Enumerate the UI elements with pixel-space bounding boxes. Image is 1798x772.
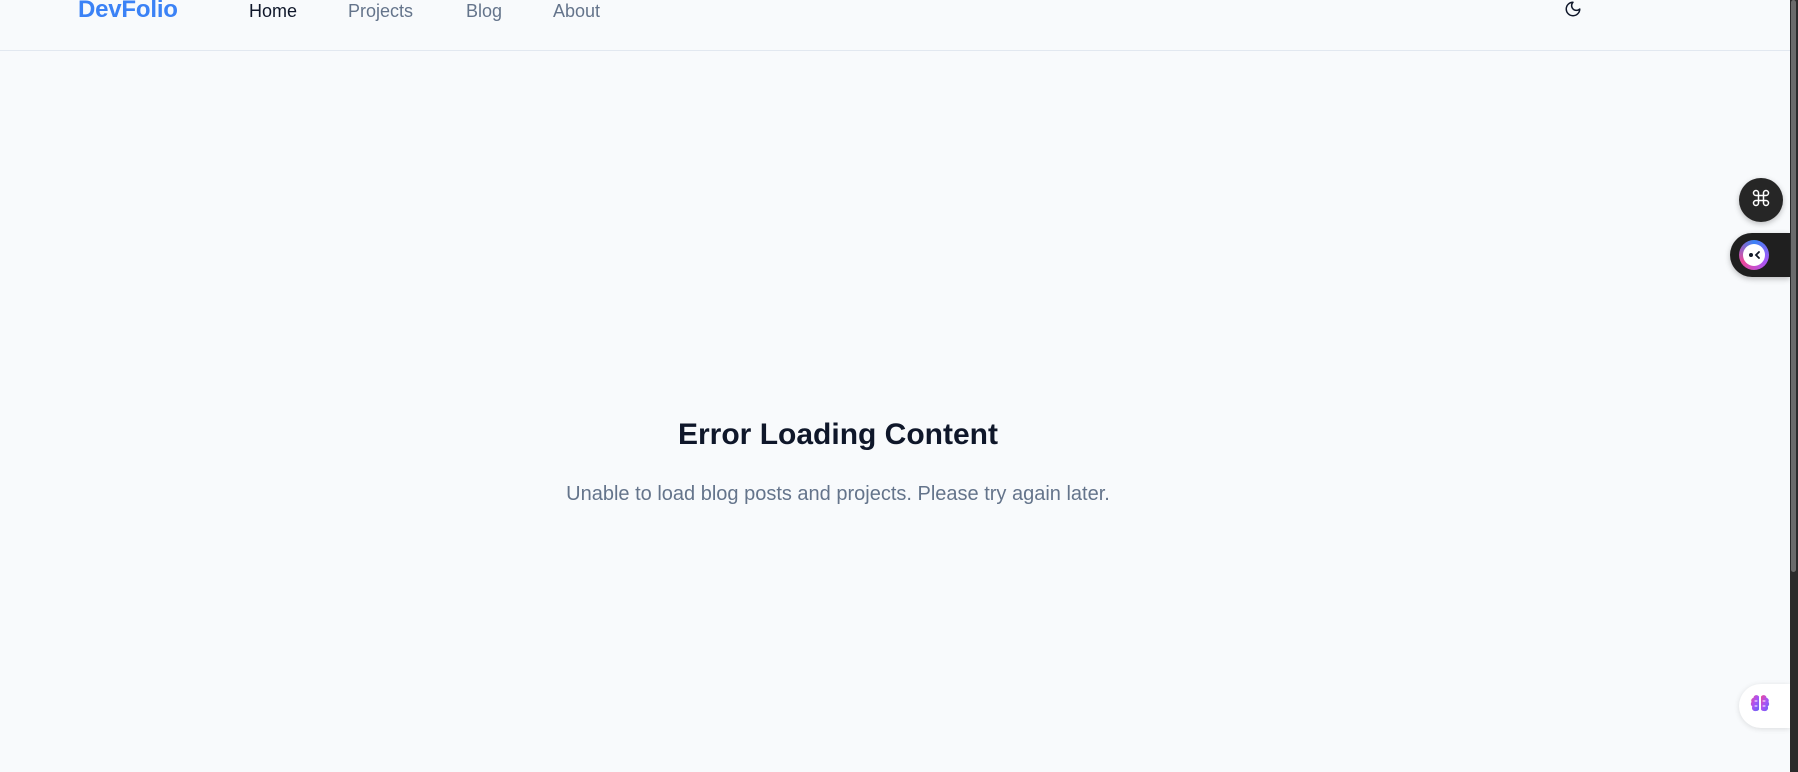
nav-about[interactable]: About	[553, 1, 600, 22]
site-header: DevFolio Home Projects Blog About	[0, 0, 1790, 51]
error-title: Error Loading Content	[678, 418, 998, 451]
assistant-face-icon	[1739, 240, 1769, 270]
brain-widget-button[interactable]	[1739, 684, 1790, 728]
theme-toggle-button[interactable]	[1561, 0, 1585, 22]
command-widget-button[interactable]	[1739, 178, 1783, 222]
brain-icon	[1748, 692, 1772, 721]
page: DevFolio Home Projects Blog About Error …	[0, 0, 1798, 772]
nav-blog[interactable]: Blog	[466, 1, 502, 22]
brand-logo[interactable]: DevFolio	[78, 0, 178, 24]
command-icon	[1751, 188, 1771, 213]
nav-projects[interactable]: Projects	[348, 1, 413, 22]
error-message: Unable to load blog posts and projects. …	[566, 483, 1110, 505]
nav-home[interactable]: Home	[249, 1, 297, 22]
scrollbar-thumb[interactable]	[1791, 0, 1796, 572]
moon-icon	[1564, 0, 1582, 23]
assistant-widget-button[interactable]	[1730, 233, 1790, 277]
main-content: Error Loading Content Unable to load blo…	[0, 51, 1676, 772]
